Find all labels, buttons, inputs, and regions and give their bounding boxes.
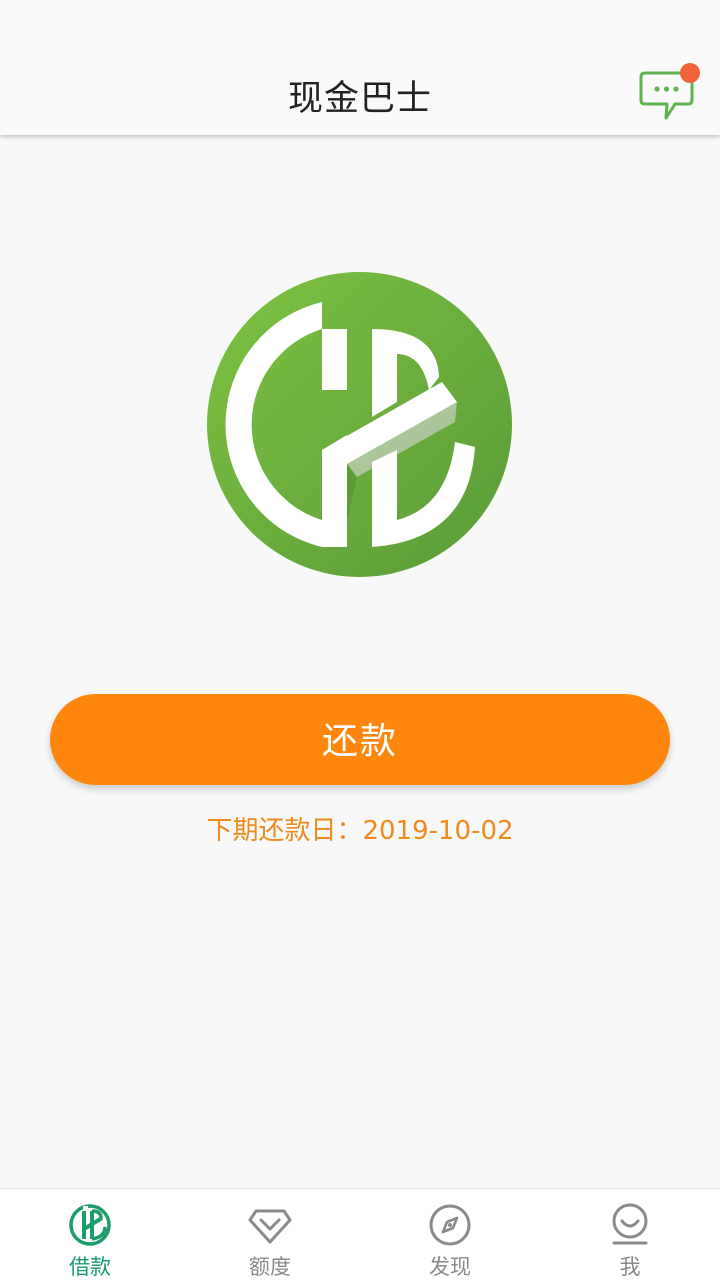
tab-loan[interactable]: 借款 <box>0 1189 180 1281</box>
repay-button[interactable]: 还款 <box>50 694 670 785</box>
tab-label: 发现 <box>429 1255 471 1279</box>
tab-label: 借款 <box>69 1255 111 1279</box>
next-due-label: 下期还款日： <box>206 816 363 846</box>
tab-quota[interactable]: 额度 <box>180 1189 360 1281</box>
tab-label: 额度 <box>249 1255 291 1279</box>
app-header: 现金巴士 <box>0 0 720 135</box>
notification-dot <box>680 63 700 83</box>
app-logo <box>207 272 512 577</box>
bottom-tab-bar: 借款 额度 发现 我 <box>0 1188 720 1281</box>
smiley-face-icon <box>612 1203 648 1245</box>
compass-icon <box>429 1204 471 1246</box>
tab-me[interactable]: 我 <box>540 1189 720 1281</box>
next-due-date-row: 下期还款日：2019-10-02 <box>0 810 720 847</box>
next-due-date: 2019-10-02 <box>362 816 514 846</box>
page-title: 现金巴士 <box>287 79 432 119</box>
chat-bubble-icon <box>639 63 700 120</box>
tab-label: 我 <box>619 1255 641 1279</box>
diamond-icon <box>248 1209 292 1244</box>
loan-logo-icon <box>69 1204 111 1246</box>
tab-discover[interactable]: 发现 <box>360 1189 540 1281</box>
message-button[interactable] <box>636 62 702 122</box>
